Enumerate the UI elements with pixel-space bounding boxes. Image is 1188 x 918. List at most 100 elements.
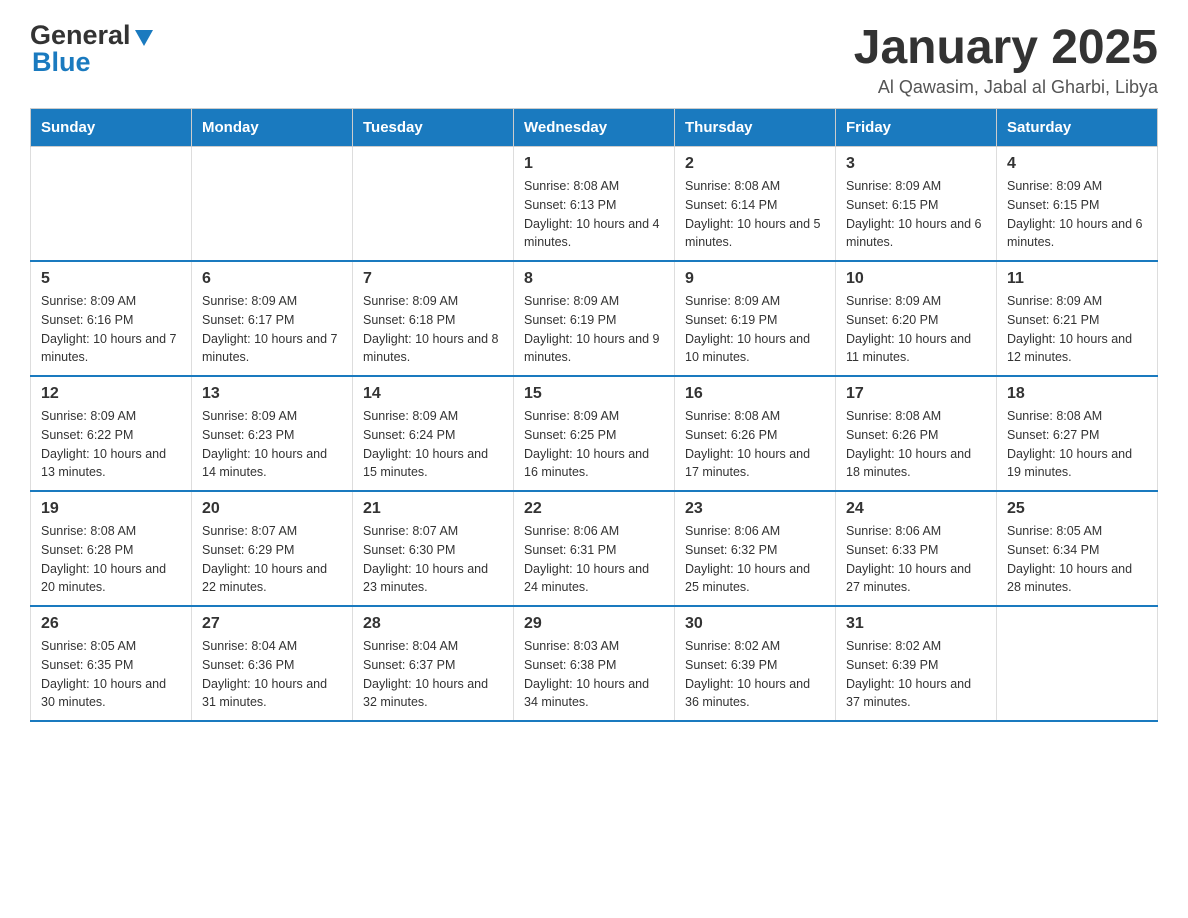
day-info: Sunrise: 8:07 AMSunset: 6:30 PMDaylight:… [363, 522, 503, 597]
calendar-cell: 17 Sunrise: 8:08 AMSunset: 6:26 PMDayligh… [836, 376, 997, 491]
day-number: 9 [685, 270, 825, 288]
day-info: Sunrise: 8:09 AMSunset: 6:17 PMDaylight:… [202, 292, 342, 367]
calendar-cell: 20 Sunrise: 8:07 AMSunset: 6:29 PMDayligh… [192, 491, 353, 606]
day-number: 3 [846, 155, 986, 173]
calendar-cell: 11 Sunrise: 8:09 AMSunset: 6:21 PMDayligh… [997, 261, 1158, 376]
day-info: Sunrise: 8:09 AMSunset: 6:15 PMDaylight:… [846, 177, 986, 252]
calendar-cell: 31 Sunrise: 8:02 AMSunset: 6:39 PMDayligh… [836, 606, 997, 721]
calendar-cell: 28Sunrise: 8:04 AMSunset: 6:37 PMDayligh… [353, 606, 514, 721]
day-info: Sunrise: 8:09 AMSunset: 6:19 PMDaylight:… [524, 292, 664, 367]
day-number: 31 [846, 615, 986, 633]
day-number: 30 [685, 615, 825, 633]
day-number: 24 [846, 500, 986, 518]
calendar-week-row: 12 Sunrise: 8:09 AMSunset: 6:22 PMDayligh… [31, 376, 1158, 491]
calendar-cell: 24 Sunrise: 8:06 AMSunset: 6:33 PMDayligh… [836, 491, 997, 606]
calendar-cell: 22Sunrise: 8:06 AMSunset: 6:31 PMDayligh… [514, 491, 675, 606]
day-number: 29 [524, 615, 664, 633]
day-info: Sunrise: 8:04 AMSunset: 6:36 PMDaylight:… [202, 637, 342, 712]
calendar-col-header: Tuesday [353, 109, 514, 147]
day-number: 21 [363, 500, 503, 518]
day-number: 17 [846, 385, 986, 403]
calendar-table: SundayMondayTuesdayWednesdayThursdayFrid… [30, 108, 1158, 722]
day-info: Sunrise: 8:09 AMSunset: 6:19 PMDaylight:… [685, 292, 825, 367]
calendar-cell: 26Sunrise: 8:05 AMSunset: 6:35 PMDayligh… [31, 606, 192, 721]
day-info: Sunrise: 8:02 AMSunset: 6:39 PMDaylight:… [846, 637, 986, 712]
calendar-cell: 12 Sunrise: 8:09 AMSunset: 6:22 PMDayligh… [31, 376, 192, 491]
day-info: Sunrise: 8:08 AMSunset: 6:14 PMDaylight:… [685, 177, 825, 252]
day-info: Sunrise: 8:05 AMSunset: 6:34 PMDaylight:… [1007, 522, 1147, 597]
day-number: 8 [524, 270, 664, 288]
calendar-cell [353, 147, 514, 262]
day-info: Sunrise: 8:09 AMSunset: 6:18 PMDaylight:… [363, 292, 503, 367]
day-info: Sunrise: 8:09 AMSunset: 6:25 PMDaylight:… [524, 407, 664, 482]
day-info: Sunrise: 8:08 AMSunset: 6:13 PMDaylight:… [524, 177, 664, 252]
day-info: Sunrise: 8:03 AMSunset: 6:38 PMDaylight:… [524, 637, 664, 712]
day-info: Sunrise: 8:09 AMSunset: 6:24 PMDaylight:… [363, 407, 503, 482]
calendar-col-header: Friday [836, 109, 997, 147]
day-number: 14 [363, 385, 503, 403]
calendar-cell: 2 Sunrise: 8:08 AMSunset: 6:14 PMDaylight… [675, 147, 836, 262]
day-info: Sunrise: 8:09 AMSunset: 6:22 PMDaylight:… [41, 407, 181, 482]
day-info: Sunrise: 8:06 AMSunset: 6:32 PMDaylight:… [685, 522, 825, 597]
day-info: Sunrise: 8:08 AMSunset: 6:27 PMDaylight:… [1007, 407, 1147, 482]
calendar-cell: 13 Sunrise: 8:09 AMSunset: 6:23 PMDayligh… [192, 376, 353, 491]
day-number: 18 [1007, 385, 1147, 403]
calendar-cell [997, 606, 1158, 721]
calendar-cell: 25 Sunrise: 8:05 AMSunset: 6:34 PMDayligh… [997, 491, 1158, 606]
day-info: Sunrise: 8:09 AMSunset: 6:23 PMDaylight:… [202, 407, 342, 482]
calendar-cell: 4Sunrise: 8:09 AMSunset: 6:15 PMDaylight… [997, 147, 1158, 262]
day-number: 26 [41, 615, 181, 633]
day-number: 23 [685, 500, 825, 518]
day-number: 11 [1007, 270, 1147, 288]
calendar-cell: 8 Sunrise: 8:09 AMSunset: 6:19 PMDaylight… [514, 261, 675, 376]
calendar-week-row: 1 Sunrise: 8:08 AMSunset: 6:13 PMDaylight… [31, 147, 1158, 262]
calendar-col-header: Monday [192, 109, 353, 147]
calendar-cell: 5Sunrise: 8:09 AMSunset: 6:16 PMDaylight… [31, 261, 192, 376]
title-block: January 2025 Al Qawasim, Jabal al Gharbi… [854, 20, 1158, 98]
day-number: 20 [202, 500, 342, 518]
day-number: 2 [685, 155, 825, 173]
calendar-cell: 30 Sunrise: 8:02 AMSunset: 6:39 PMDayligh… [675, 606, 836, 721]
day-info: Sunrise: 8:07 AMSunset: 6:29 PMDaylight:… [202, 522, 342, 597]
day-number: 7 [363, 270, 503, 288]
calendar-week-row: 19Sunrise: 8:08 AMSunset: 6:28 PMDayligh… [31, 491, 1158, 606]
calendar-cell: 29 Sunrise: 8:03 AMSunset: 6:38 PMDayligh… [514, 606, 675, 721]
day-info: Sunrise: 8:02 AMSunset: 6:39 PMDaylight:… [685, 637, 825, 712]
day-number: 25 [1007, 500, 1147, 518]
calendar-cell: 3 Sunrise: 8:09 AMSunset: 6:15 PMDaylight… [836, 147, 997, 262]
day-number: 28 [363, 615, 503, 633]
day-info: Sunrise: 8:09 AMSunset: 6:16 PMDaylight:… [41, 292, 181, 367]
calendar-cell [31, 147, 192, 262]
day-info: Sunrise: 8:09 AMSunset: 6:21 PMDaylight:… [1007, 292, 1147, 367]
day-number: 4 [1007, 155, 1147, 173]
day-number: 13 [202, 385, 342, 403]
day-info: Sunrise: 8:08 AMSunset: 6:26 PMDaylight:… [685, 407, 825, 482]
calendar-cell: 10Sunrise: 8:09 AMSunset: 6:20 PMDayligh… [836, 261, 997, 376]
day-number: 1 [524, 155, 664, 173]
calendar-col-header: Thursday [675, 109, 836, 147]
day-info: Sunrise: 8:09 AMSunset: 6:20 PMDaylight:… [846, 292, 986, 367]
logo-blue-text: Blue [32, 47, 91, 77]
calendar-cell: 19Sunrise: 8:08 AMSunset: 6:28 PMDayligh… [31, 491, 192, 606]
day-number: 6 [202, 270, 342, 288]
page-header: General Blue January 2025 Al Qawasim, Ja… [30, 20, 1158, 98]
logo-triangle-icon [133, 26, 155, 48]
calendar-cell: 18 Sunrise: 8:08 AMSunset: 6:27 PMDayligh… [997, 376, 1158, 491]
calendar-col-header: Saturday [997, 109, 1158, 147]
calendar-cell [192, 147, 353, 262]
calendar-cell: 23 Sunrise: 8:06 AMSunset: 6:32 PMDayligh… [675, 491, 836, 606]
calendar-cell: 6 Sunrise: 8:09 AMSunset: 6:17 PMDaylight… [192, 261, 353, 376]
calendar-week-row: 5Sunrise: 8:09 AMSunset: 6:16 PMDaylight… [31, 261, 1158, 376]
calendar-header-row: SundayMondayTuesdayWednesdayThursdayFrid… [31, 109, 1158, 147]
day-number: 16 [685, 385, 825, 403]
day-info: Sunrise: 8:06 AMSunset: 6:31 PMDaylight:… [524, 522, 664, 597]
calendar-cell: 9 Sunrise: 8:09 AMSunset: 6:19 PMDaylight… [675, 261, 836, 376]
day-info: Sunrise: 8:06 AMSunset: 6:33 PMDaylight:… [846, 522, 986, 597]
day-info: Sunrise: 8:08 AMSunset: 6:26 PMDaylight:… [846, 407, 986, 482]
calendar-cell: 21 Sunrise: 8:07 AMSunset: 6:30 PMDayligh… [353, 491, 514, 606]
calendar-cell: 16 Sunrise: 8:08 AMSunset: 6:26 PMDayligh… [675, 376, 836, 491]
day-number: 12 [41, 385, 181, 403]
calendar-cell: 1 Sunrise: 8:08 AMSunset: 6:13 PMDaylight… [514, 147, 675, 262]
calendar-cell: 7 Sunrise: 8:09 AMSunset: 6:18 PMDaylight… [353, 261, 514, 376]
logo: General Blue [30, 20, 155, 78]
